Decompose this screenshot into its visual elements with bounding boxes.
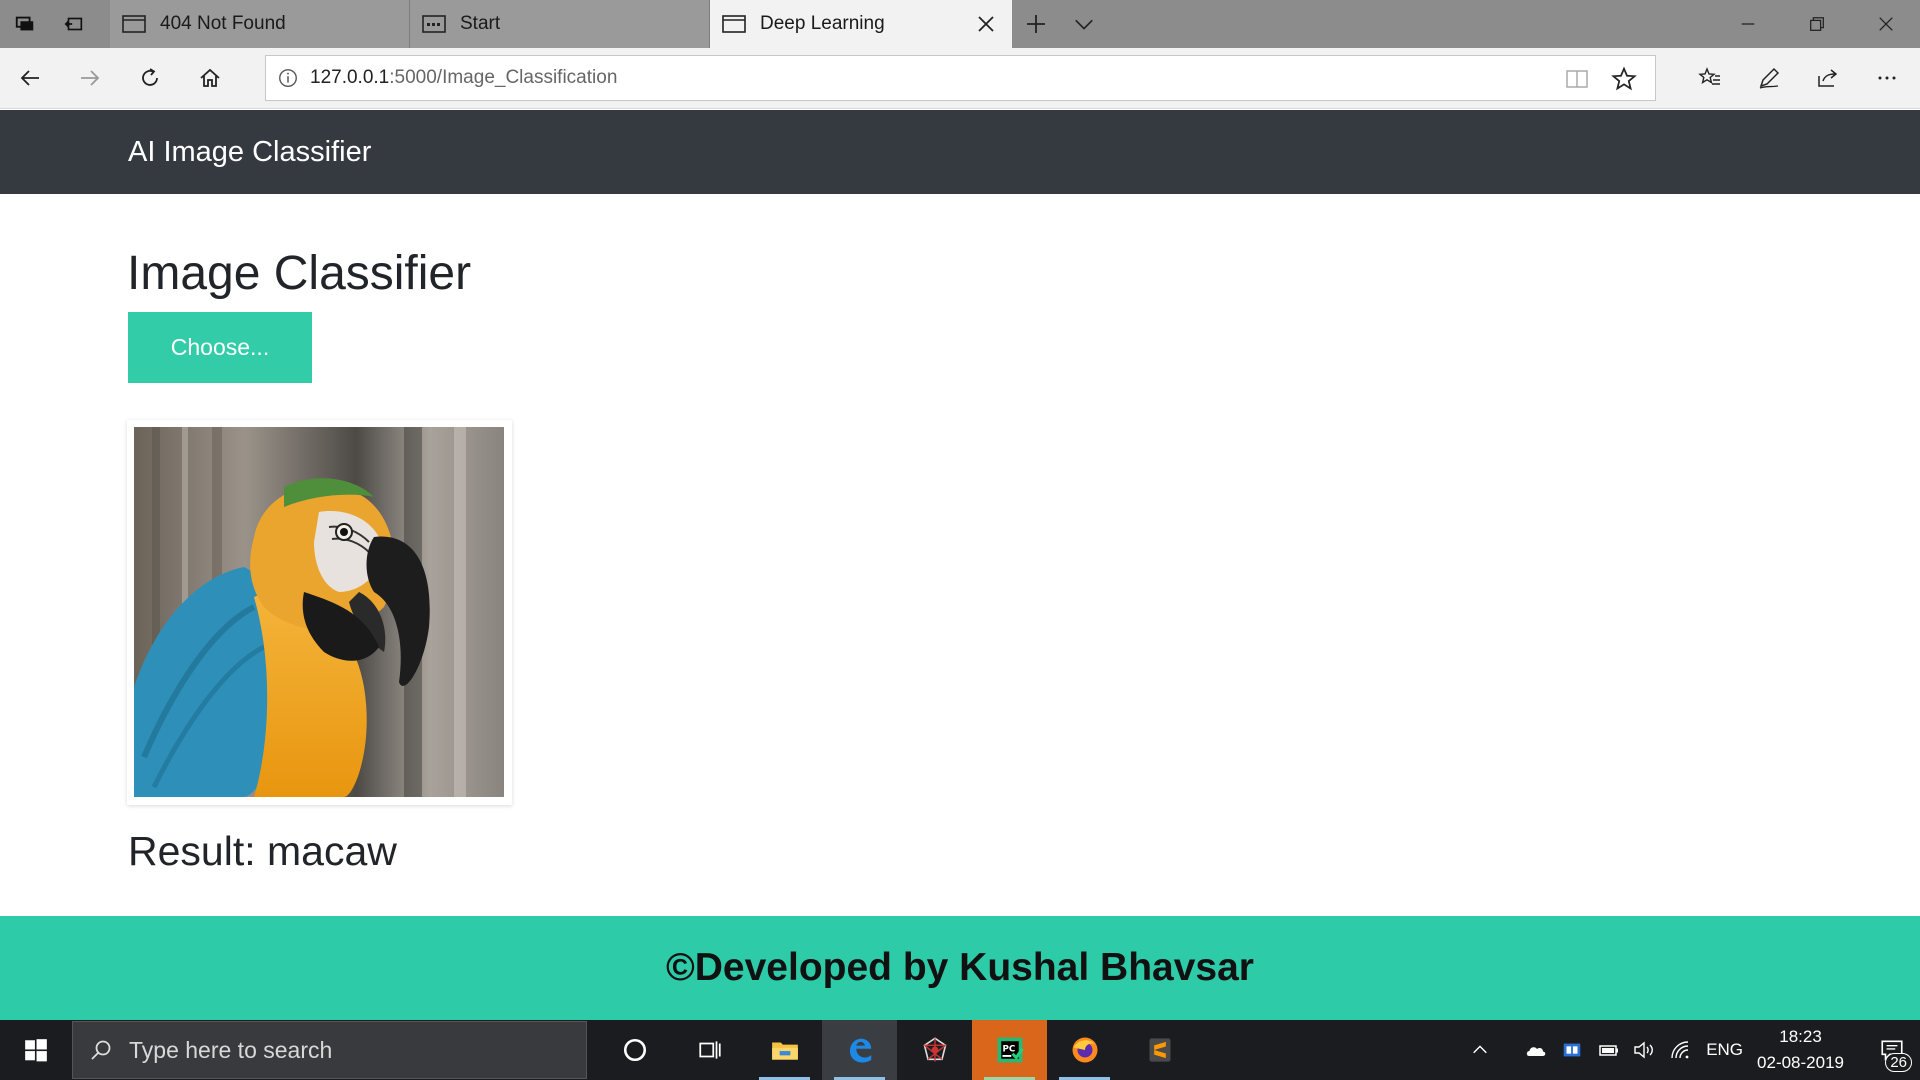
result-text: Result: macaw: [128, 828, 397, 874]
url-text[interactable]: 127.0.0.1:5000/Image_Classification: [310, 67, 617, 89]
url-path: :5000/Image_Classification: [389, 67, 618, 88]
minimize-icon[interactable]: [1713, 0, 1782, 48]
volume-icon[interactable]: [1626, 1020, 1662, 1080]
windows-start-icon[interactable]: [0, 1020, 72, 1080]
clock-date: 02-08-2019: [1757, 1053, 1844, 1072]
tab-title: 404 Not Found: [160, 13, 286, 34]
tab-deep-learning[interactable]: Deep Learning: [710, 0, 1012, 48]
start-page-icon: [422, 14, 446, 34]
macaw-image: [134, 427, 504, 797]
footer-credit: ©Developed by Kushal Bhavsar: [666, 946, 1254, 989]
search-icon: [73, 1038, 129, 1062]
site-info-icon[interactable]: [266, 56, 310, 100]
onedrive-cloud-icon[interactable]: [1518, 1020, 1554, 1080]
taskbar-clock[interactable]: 18:23 02-08-2019: [1757, 1024, 1844, 1076]
refresh-icon[interactable]: [130, 58, 170, 98]
address-bar[interactable]: 127.0.0.1:5000/Image_Classification: [265, 55, 1656, 101]
input-language[interactable]: ENG: [1706, 1040, 1743, 1060]
edge-browser-icon[interactable]: [822, 1020, 897, 1080]
tab-manager-icon[interactable]: [0, 0, 49, 48]
svg-text:PC: PC: [1002, 1044, 1015, 1054]
share-icon[interactable]: [1808, 58, 1848, 98]
app-tray-icon[interactable]: [1554, 1020, 1590, 1080]
browser-toolbar: 127.0.0.1:5000/Image_Classification: [0, 48, 1920, 109]
tab-start[interactable]: Start: [410, 0, 710, 48]
task-view-icon[interactable]: [672, 1020, 747, 1080]
page-footer: ©Developed by Kushal Bhavsar: [0, 916, 1920, 1020]
site-navbar: AI Image Classifier: [0, 110, 1920, 194]
close-tab-icon[interactable]: [976, 14, 996, 34]
page-icon: [122, 14, 146, 34]
page-title: Image Classifier: [127, 247, 472, 300]
browser-tab-strip: 404 Not Found Start Deep Learning: [0, 0, 1920, 48]
notification-count-badge: 26: [1885, 1053, 1912, 1072]
url-host: 127.0.0.1: [310, 67, 390, 88]
windows-taskbar: Type here to search PC ENG 18:23 02-08-2…: [0, 1020, 1920, 1080]
choose-file-button[interactable]: Choose...: [128, 312, 312, 383]
forward-icon[interactable]: [70, 58, 110, 98]
restore-icon[interactable]: [1782, 0, 1851, 48]
battery-icon[interactable]: [1590, 1020, 1626, 1080]
show-hidden-icons-chevron-up-icon[interactable]: [1462, 1020, 1498, 1080]
action-center-icon[interactable]: 26: [1864, 1020, 1920, 1080]
search-placeholder: Type here to search: [129, 1036, 333, 1063]
taskbar-search-box[interactable]: Type here to search: [72, 1021, 587, 1079]
reading-view-icon[interactable]: [1565, 67, 1589, 91]
new-tab-icon[interactable]: [1012, 0, 1060, 48]
page-icon: [722, 14, 746, 34]
wifi-icon[interactable]: [1662, 1020, 1698, 1080]
favorite-star-icon[interactable]: [1611, 66, 1637, 92]
close-window-icon[interactable]: [1851, 0, 1920, 48]
spider-app-icon[interactable]: [897, 1020, 972, 1080]
cortana-icon[interactable]: [597, 1020, 672, 1080]
set-tabs-aside-icon[interactable]: [49, 0, 98, 48]
pycharm-icon[interactable]: PC: [972, 1020, 1047, 1080]
brand-link[interactable]: AI Image Classifier: [128, 136, 371, 169]
firefox-icon[interactable]: [1047, 1020, 1122, 1080]
tab-title: Deep Learning: [760, 13, 885, 34]
more-options-icon[interactable]: [1867, 58, 1907, 98]
back-icon[interactable]: [10, 58, 50, 98]
tab-preview-chevron-down-icon[interactable]: [1060, 0, 1108, 48]
tab-404-not-found[interactable]: 404 Not Found: [110, 0, 410, 48]
home-icon[interactable]: [190, 58, 230, 98]
system-tray: ENG 18:23 02-08-2019 26: [1462, 1020, 1920, 1080]
favorites-hub-icon[interactable]: [1690, 58, 1730, 98]
image-preview: [127, 420, 512, 805]
tab-title: Start: [460, 13, 501, 34]
clock-time: 18:23: [1779, 1027, 1822, 1046]
sublime-text-icon[interactable]: [1122, 1020, 1197, 1080]
file-explorer-icon[interactable]: [747, 1020, 822, 1080]
web-note-pen-icon[interactable]: [1749, 58, 1789, 98]
